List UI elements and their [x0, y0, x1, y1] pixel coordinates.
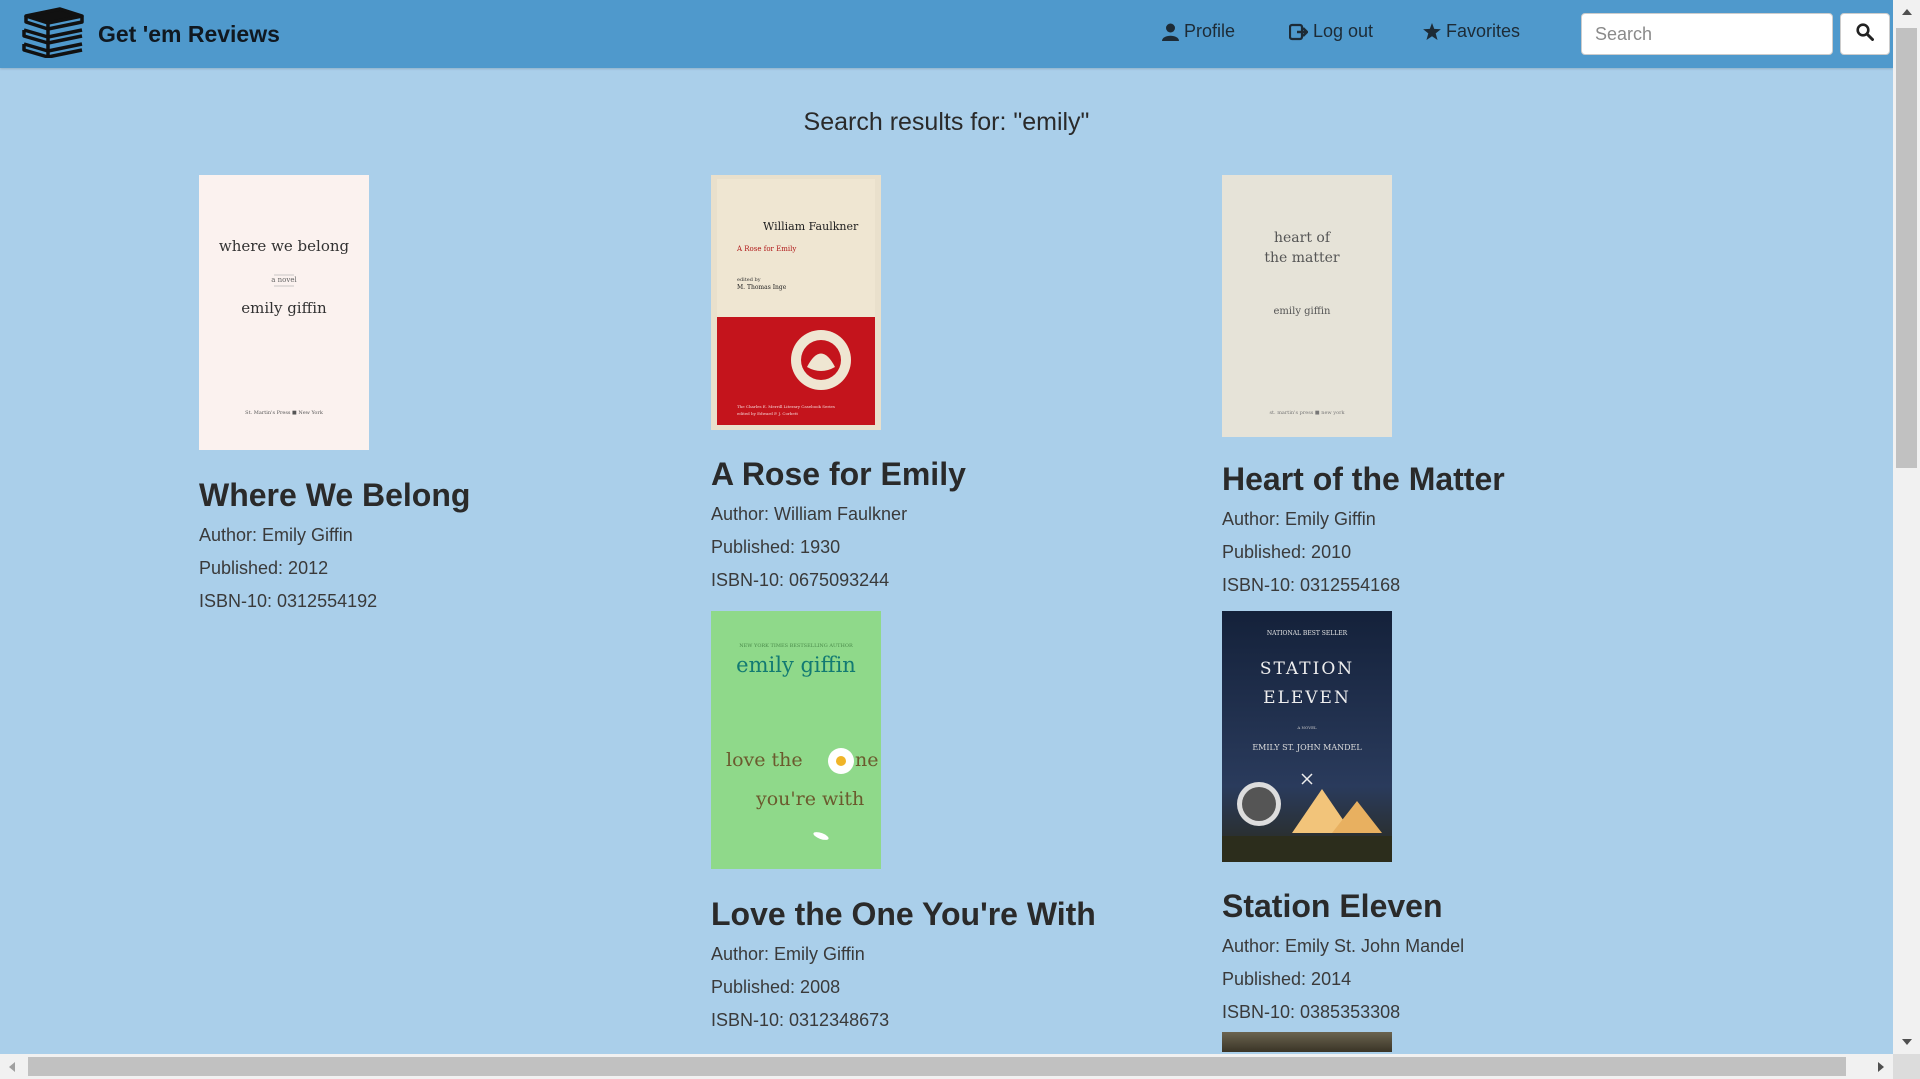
book-isbn: ISBN-10: 0675093244	[711, 570, 890, 590]
cover-author-text: William Faulkner	[763, 220, 859, 233]
book-isbn: ISBN-10: 0312554192	[199, 591, 378, 611]
cover-title-text: where we belong	[219, 237, 350, 255]
nav-profile-label: Profile	[1184, 21, 1236, 41]
book-author: Author: William Faulkner	[711, 504, 908, 524]
brand-name: Get 'em Reviews	[98, 20, 280, 47]
cover-editor-text: M. Thomas Inge	[737, 284, 787, 291]
award-seal-icon	[1237, 782, 1281, 826]
cover-title-line1b: ne	[855, 749, 878, 771]
cover-title-line1: love the	[726, 749, 803, 771]
book-title[interactable]: Love the One You're With	[711, 896, 1151, 932]
book-card: NEW YORK TIMES BESTSELLING AUTHOR emily …	[711, 611, 1151, 1043]
scrollbar-corner	[1893, 1054, 1920, 1079]
book-cover-heart-of-the-matter[interactable]: heart of the matter emily giffin st. mar…	[1222, 175, 1392, 437]
book-isbn: ISBN-10: 0312554168	[1222, 575, 1401, 595]
cover-series-text: The Charles E. Merrill Literary Casebook…	[737, 404, 835, 409]
user-icon	[1162, 23, 1179, 41]
book-card: heart of the matter emily giffin st. mar…	[1222, 175, 1662, 608]
nav-favorites-label: Favorites	[1446, 21, 1521, 41]
cover-title-line1: STATION	[1260, 659, 1354, 679]
vertical-scrollbar[interactable]	[1893, 0, 1920, 1054]
nav-profile-link[interactable]: Profile	[1162, 21, 1235, 42]
cover-tagline-text: NEW YORK TIMES BESTSELLING AUTHOR	[739, 643, 853, 649]
book-published: Published: 2010	[1222, 542, 1352, 562]
scroll-down-arrow-icon[interactable]	[1893, 1030, 1920, 1054]
cover-series-editor-text: edited by Edward P. J. Corbett	[737, 411, 798, 416]
book-cover-love-the-one-youre-with[interactable]: NEW YORK TIMES BESTSELLING AUTHOR emily …	[711, 611, 881, 869]
book-published: Published: 2008	[711, 977, 841, 997]
book-title[interactable]: Where We Belong	[199, 477, 639, 513]
cover-title-line2: ELEVEN	[1263, 688, 1351, 708]
nav-logout-link[interactable]: Log out	[1289, 21, 1373, 42]
cover-tagline-text: NATIONAL BEST SELLER	[1267, 630, 1348, 637]
cover-edited-by-text: edited by	[737, 277, 761, 283]
cover-publisher-text: St. Martin's Press ■ New York	[245, 410, 324, 416]
search-icon	[1856, 22, 1874, 46]
cover-title-text: A Rose for Emily	[736, 245, 796, 253]
horizontal-scroll-thumb[interactable]	[28, 1057, 1846, 1076]
book-author: Author: Emily Giffin	[711, 944, 865, 964]
vertical-scroll-thumb[interactable]	[1896, 28, 1917, 468]
search-button[interactable]	[1840, 13, 1890, 55]
book-title[interactable]: Heart of the Matter	[1222, 461, 1662, 497]
scroll-left-arrow-icon[interactable]	[0, 1054, 24, 1079]
navbar: Get 'em Reviews Profile Log out Favorite…	[0, 0, 1893, 68]
book-card: William Faulkner A Rose for Emily edited…	[711, 175, 1151, 603]
books-logo-icon	[20, 6, 86, 63]
logout-icon	[1289, 23, 1308, 41]
cover-title-line2: you're with	[755, 788, 864, 810]
book-author: Author: Emily St. John Mandel	[1222, 936, 1465, 956]
daisy-icon	[828, 748, 854, 774]
cover-title-line2: the matter	[1264, 250, 1340, 266]
book-title[interactable]: Station Eleven	[1222, 888, 1662, 924]
book-isbn: ISBN-10: 0312348673	[711, 1010, 890, 1030]
search-input[interactable]	[1581, 13, 1833, 55]
cover-subtitle-text: a novel	[271, 276, 297, 284]
scroll-right-arrow-icon[interactable]	[1869, 1054, 1893, 1079]
nav-logout-label: Log out	[1313, 21, 1374, 41]
book-published: Published: 2012	[199, 558, 329, 578]
cover-title-line1: heart of	[1274, 230, 1332, 246]
page-viewport: Get 'em Reviews Profile Log out Favorite…	[0, 0, 1893, 1054]
book-card: where we belong a novel emily giffin St.…	[199, 175, 639, 624]
book-cover-where-we-belong[interactable]: where we belong a novel emily giffin St.…	[199, 175, 369, 450]
book-title[interactable]: A Rose for Emily	[711, 456, 1151, 492]
book-card: NATIONAL BEST SELLER STATION ELEVEN A NO…	[1222, 611, 1662, 1052]
book-cover-partial[interactable]	[1222, 1032, 1392, 1052]
cover-author-text: emily giffin	[1274, 306, 1332, 317]
book-cover-a-rose-for-emily[interactable]: William Faulkner A Rose for Emily edited…	[711, 175, 881, 430]
cover-subtitle-text: A NOVEL	[1296, 725, 1317, 730]
cover-publisher-text: st. martin's press ■ new york	[1269, 410, 1345, 416]
cover-author-text: emily giffin	[241, 299, 327, 317]
star-icon	[1423, 23, 1441, 40]
scroll-up-arrow-icon[interactable]	[1893, 0, 1920, 24]
search-results-heading: Search results for: "emily"	[803, 108, 1090, 136]
book-published: Published: 2014	[1222, 969, 1352, 989]
book-published: Published: 1930	[711, 537, 841, 557]
cover-author-text: emily giffin	[736, 653, 856, 677]
book-author: Author: Emily Giffin	[199, 525, 353, 545]
book-isbn: ISBN-10: 0385353308	[1222, 1002, 1401, 1022]
horizontal-scrollbar[interactable]	[0, 1054, 1893, 1079]
nav-favorites-link[interactable]: Favorites	[1423, 21, 1520, 42]
cover-author-text: EMILY ST. JOHN MANDEL	[1252, 743, 1362, 752]
book-author: Author: Emily Giffin	[1222, 509, 1376, 529]
book-cover-station-eleven[interactable]: NATIONAL BEST SELLER STATION ELEVEN A NO…	[1222, 611, 1392, 862]
brand-link[interactable]: Get 'em Reviews	[20, 6, 280, 63]
